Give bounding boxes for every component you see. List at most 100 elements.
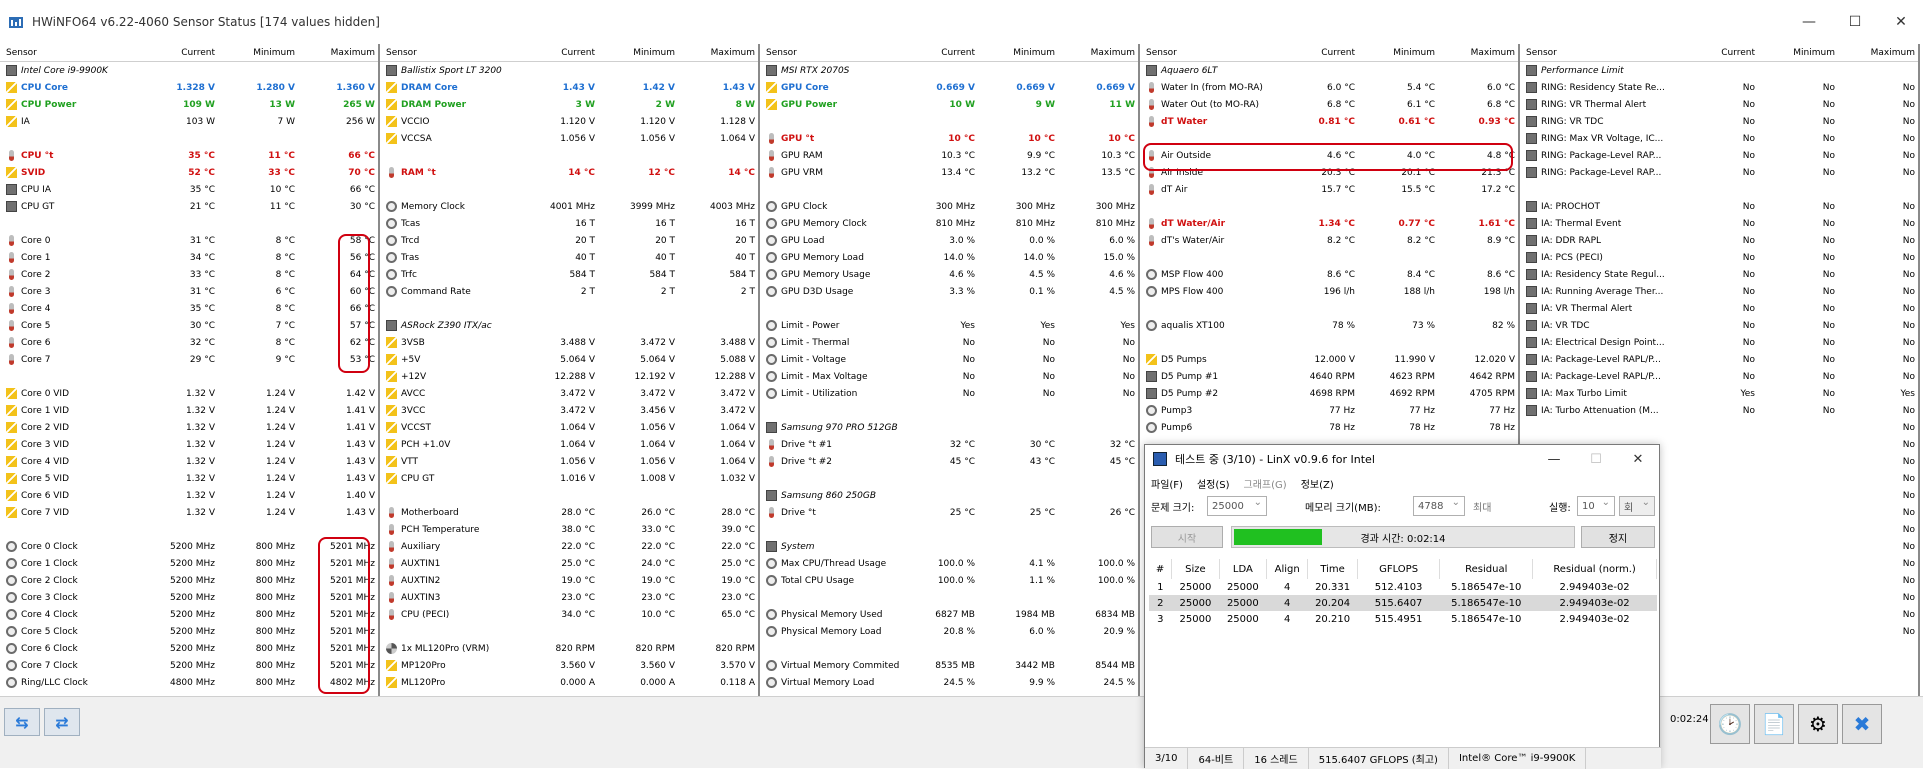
sensor-row[interactable]: GPU Memory Usage 4.6 % 4.5 % 4.6 % [760, 266, 1138, 283]
header-current[interactable]: Current [520, 48, 595, 58]
maximize-button[interactable]: ☐ [1832, 0, 1878, 44]
sensor-row[interactable]: Memory Clock 4001 MHz 3999 MHz 4003 MHz [380, 198, 758, 215]
sensor-row[interactable]: GPU Memory Clock 810 MHz 810 MHz 810 MHz [760, 215, 1138, 232]
sensor-row[interactable]: IA: Running Average Ther... No No No [1520, 283, 1918, 300]
sensor-row[interactable]: GPU VRM 13.4 °C 13.2 °C 13.5 °C [760, 164, 1138, 181]
sensor-group-header[interactable]: System [760, 538, 1138, 555]
sensor-row[interactable]: Core 6 VID 1.32 V 1.24 V 1.40 V [0, 487, 378, 504]
sensor-column-2[interactable]: Sensor Current Minimum Maximum MSI RTX 2070S… [760, 44, 1140, 696]
sensor-row[interactable]: Core 4 35 °C 8 °C 66 °C [0, 300, 378, 317]
header-sensor[interactable]: Sensor [380, 48, 520, 58]
sensor-row[interactable]: CPU GT 1.016 V 1.008 V 1.032 V [380, 470, 758, 487]
sensor-row[interactable]: Limit - Max Voltage No No No [760, 368, 1138, 385]
header-maximum[interactable]: Maximum [295, 48, 375, 58]
sensor-row[interactable]: Pump6 78 Hz 78 Hz 78 Hz [1140, 419, 1518, 436]
settings-button[interactable]: ⚙ [1798, 704, 1838, 744]
sensor-row[interactable]: AUXTIN2 19.0 °C 19.0 °C 19.0 °C [380, 572, 758, 589]
sensor-row[interactable]: Physical Memory Used 6827 MB 1984 MB 6834 M… [760, 606, 1138, 623]
results-header-cell[interactable]: GFLOPS [1357, 559, 1441, 579]
sensor-row[interactable]: aqualis XT100 78 % 73 % 82 % [1140, 317, 1518, 334]
sensor-row[interactable]: Trcd 20 T 20 T 20 T [380, 232, 758, 249]
sensor-row[interactable]: dT Air 15.7 °C 15.5 °C 17.2 °C [1140, 181, 1518, 198]
sensor-row[interactable]: 3VSB 3.488 V 3.472 V 3.488 V [380, 334, 758, 351]
sensor-row[interactable]: Core 5 VID 1.32 V 1.24 V 1.43 V [0, 470, 378, 487]
sensor-row[interactable]: Core 6 32 °C 8 °C 62 °C [0, 334, 378, 351]
sensor-row[interactable]: VCCIO 1.120 V 1.120 V 1.128 V [380, 113, 758, 130]
sensor-row[interactable]: Water Out (to MO-RA) 6.8 °C 6.1 °C 6.8 °C [1140, 96, 1518, 113]
sensor-row[interactable]: +12V 12.288 V 12.192 V 12.288 V [380, 368, 758, 385]
sensor-row[interactable]: GPU Core 0.669 V 0.669 V 0.669 V [760, 79, 1138, 96]
header-minimum[interactable]: Minimum [215, 48, 295, 58]
sensor-row[interactable]: Drive °t #2 45 °C 43 °C 45 °C [760, 453, 1138, 470]
sensor-row[interactable]: CPU IA 35 °C 10 °C 66 °C [0, 181, 378, 198]
sensor-row[interactable]: IA: Electrical Design Point... No No No [1520, 334, 1918, 351]
sensor-row[interactable]: Drive °t #1 32 °C 30 °C 32 °C [760, 436, 1138, 453]
clock-button[interactable]: 🕑 [1710, 704, 1750, 744]
sensor-row[interactable]: DRAM Power 3 W 2 W 8 W [380, 96, 758, 113]
header-minimum[interactable]: Minimum [975, 48, 1055, 58]
sensor-row[interactable]: D5 Pump #1 4640 RPM 4623 RPM 4642 RPM [1140, 368, 1518, 385]
results-row[interactable]: 2 25000 25000 4 20.204 515.6407 5.186547e-10 2.… [1149, 595, 1657, 611]
linx-maximize-button[interactable]: ☐ [1575, 445, 1617, 473]
header-current[interactable]: Current [1280, 48, 1355, 58]
sensor-row[interactable]: Core 3 VID 1.32 V 1.24 V 1.43 V [0, 436, 378, 453]
sensor-row[interactable]: AUXTIN1 25.0 °C 24.0 °C 25.0 °C [380, 555, 758, 572]
sensor-row[interactable]: IA: Residency State Regul... No No No [1520, 266, 1918, 283]
close-button[interactable]: ✕ [1878, 0, 1923, 44]
sensor-row[interactable]: Water In (from MO-RA) 6.0 °C 5.4 °C 6.0 °C [1140, 79, 1518, 96]
sensor-row[interactable]: Core 0 VID 1.32 V 1.24 V 1.42 V [0, 385, 378, 402]
results-header-cell[interactable]: Size [1171, 559, 1220, 579]
menu-info[interactable]: 정보(Z) [1301, 476, 1334, 491]
sensor-row[interactable]: dT Water 0.81 °C 0.61 °C 0.93 °C [1140, 113, 1518, 130]
sensor-row[interactable]: Tcas 16 T 16 T 16 T [380, 215, 758, 232]
sensor-row[interactable]: IA: VR TDC No No No [1520, 317, 1918, 334]
sensor-group-header[interactable]: Intel Core i9-9900K [0, 62, 378, 79]
column-header[interactable]: Sensor Current Minimum Maximum [380, 44, 758, 62]
sensor-row[interactable]: Physical Memory Load 20.8 % 6.0 % 20.9 % [760, 623, 1138, 640]
runs-unit-select[interactable]: 회 [1619, 496, 1655, 516]
sensor-row[interactable]: 1x ML120Pro (VRM) 820 RPM 820 RPM 820 RPM [380, 640, 758, 657]
sensor-row[interactable]: CPU (PECI) 34.0 °C 10.0 °C 65.0 °C [380, 606, 758, 623]
sensor-row[interactable]: GPU Power 10 W 9 W 11 W [760, 96, 1138, 113]
sensor-row[interactable]: ML120Pro 0.000 A 0.000 A 0.118 A [380, 674, 758, 691]
memory-select[interactable]: 4788 [1413, 496, 1465, 516]
sensor-row[interactable]: Tras 40 T 40 T 40 T [380, 249, 758, 266]
sensor-group-header[interactable]: Samsung 970 PRO 512GB [760, 419, 1138, 436]
results-header-cell[interactable]: LDA [1219, 559, 1268, 579]
header-sensor[interactable]: Sensor [1140, 48, 1280, 58]
sensor-row[interactable]: Trfc 584 T 584 T 584 T [380, 266, 758, 283]
sensor-group-header[interactable]: Performance Limit [1520, 62, 1918, 79]
menu-graph[interactable]: 그래프(G) [1244, 476, 1287, 491]
sensor-row[interactable]: Command Rate 2 T 2 T 2 T [380, 283, 758, 300]
sensor-row[interactable]: RING: Package-Level RAP... No No No [1520, 164, 1918, 181]
results-header-cell[interactable]: # [1149, 559, 1173, 579]
sensor-row[interactable]: D5 Pump #2 4698 RPM 4692 RPM 4705 RPM [1140, 385, 1518, 402]
sensor-row[interactable]: Pump3 77 Hz 77 Hz 77 Hz [1140, 402, 1518, 419]
sensor-row[interactable]: GPU D3D Usage 3.3 % 0.1 % 4.5 % [760, 283, 1138, 300]
sensor-row[interactable]: Core 5 30 °C 7 °C 57 °C [0, 317, 378, 334]
minimize-button[interactable]: — [1786, 0, 1832, 44]
results-header-cell[interactable]: Time [1307, 559, 1358, 579]
header-minimum[interactable]: Minimum [595, 48, 675, 58]
close-sensors-button[interactable]: ✖ [1842, 704, 1882, 744]
sensor-row[interactable]: IA 103 W 7 W 256 W [0, 113, 378, 130]
sensor-row[interactable]: CPU °t 35 °C 11 °C 66 °C [0, 147, 378, 164]
sensor-row[interactable]: Core 1 34 °C 8 °C 56 °C [0, 249, 378, 266]
header-maximum[interactable]: Maximum [675, 48, 755, 58]
sensor-row[interactable]: PCH +1.0V 1.064 V 1.064 V 1.064 V [380, 436, 758, 453]
sensor-row[interactable]: GPU Memory Load 14.0 % 14.0 % 15.0 % [760, 249, 1138, 266]
sensor-row[interactable]: Limit - Power Yes Yes Yes [760, 317, 1138, 334]
sensor-row[interactable]: Core 2 VID 1.32 V 1.24 V 1.41 V [0, 419, 378, 436]
linx-minimize-button[interactable]: — [1533, 445, 1575, 473]
sensor-row[interactable]: Core 7 VID 1.32 V 1.24 V 1.43 V [0, 504, 378, 521]
sensor-row[interactable]: Core 2 33 °C 8 °C 64 °C [0, 266, 378, 283]
sensor-row[interactable]: MPS Flow 400 196 l/h 188 l/h 198 l/h [1140, 283, 1518, 300]
report-button[interactable]: 📄 [1754, 704, 1794, 744]
sensor-row[interactable]: SVID 52 °C 33 °C 70 °C [0, 164, 378, 181]
sensor-row[interactable]: AUXTIN3 23.0 °C 23.0 °C 23.0 °C [380, 589, 758, 606]
results-row[interactable]: 1 25000 25000 4 20.331 512.4103 5.186547e-10 2.… [1149, 579, 1657, 595]
header-maximum[interactable]: Maximum [1835, 48, 1915, 58]
expand-right-button[interactable]: ⇄ [44, 708, 80, 736]
sensor-row[interactable]: GPU RAM 10.3 °C 9.9 °C 10.3 °C [760, 147, 1138, 164]
sensor-row[interactable]: Total CPU Usage 100.0 % 1.1 % 100.0 % [760, 572, 1138, 589]
